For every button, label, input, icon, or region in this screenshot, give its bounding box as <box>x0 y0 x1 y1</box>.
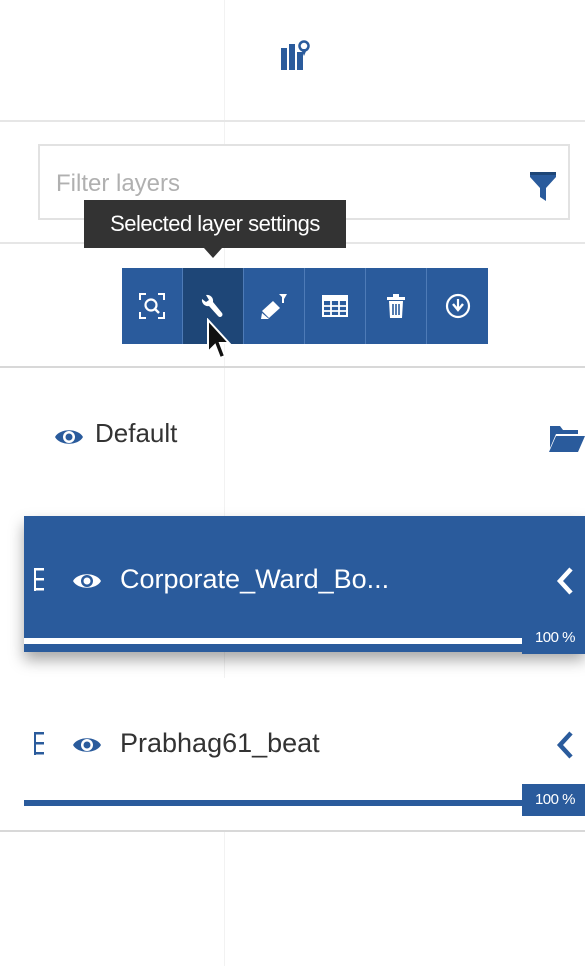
attribute-table-button[interactable] <box>305 268 366 344</box>
download-layer-button[interactable] <box>427 268 488 344</box>
eye-icon[interactable] <box>72 566 102 596</box>
section-divider <box>0 830 585 832</box>
drag-handle-icon[interactable] <box>34 566 48 594</box>
tooltip: Selected layer settings <box>84 200 346 248</box>
wrench-icon <box>201 294 223 317</box>
drag-handle-icon[interactable] <box>34 730 48 758</box>
filter-layers-input[interactable] <box>56 166 476 202</box>
chevron-left-icon[interactable] <box>556 730 574 760</box>
tooltip-arrow <box>204 248 222 258</box>
opacity-value: 100 % <box>522 622 585 654</box>
download-icon <box>445 293 470 319</box>
layer-row[interactable]: Prabhag61_beat 100 % <box>24 678 585 830</box>
header-bar <box>0 0 585 122</box>
opacity-slider[interactable] <box>24 638 585 644</box>
table-icon <box>322 295 348 317</box>
eye-icon[interactable] <box>54 422 84 452</box>
chevron-left-icon[interactable] <box>556 566 574 596</box>
style-editor-button[interactable] <box>244 268 305 344</box>
zoom-extent-icon <box>139 293 165 319</box>
zoom-to-layer-button[interactable] <box>122 268 183 344</box>
group-label: Default <box>95 418 178 448</box>
paint-icon <box>261 294 287 319</box>
trash-icon <box>387 294 405 318</box>
layer-group-default[interactable]: Default <box>0 392 585 482</box>
map-layers-icon[interactable] <box>280 38 310 72</box>
layer-label: Corporate_Ward_Bo... <box>120 564 390 594</box>
opacity-value: 100 % <box>522 784 585 816</box>
delete-layer-button[interactable] <box>366 268 427 344</box>
layer-toolbar <box>122 268 488 344</box>
mouse-cursor-icon <box>207 318 232 360</box>
layer-row-selected[interactable]: Corporate_Ward_Bo... 100 % <box>24 516 585 654</box>
section-divider <box>0 366 585 368</box>
filter-icon[interactable] <box>528 168 558 204</box>
folder-open-icon[interactable] <box>548 422 585 454</box>
opacity-slider[interactable] <box>24 800 585 806</box>
layer-label: Prabhag61_beat <box>120 728 320 758</box>
eye-icon[interactable] <box>72 730 102 760</box>
